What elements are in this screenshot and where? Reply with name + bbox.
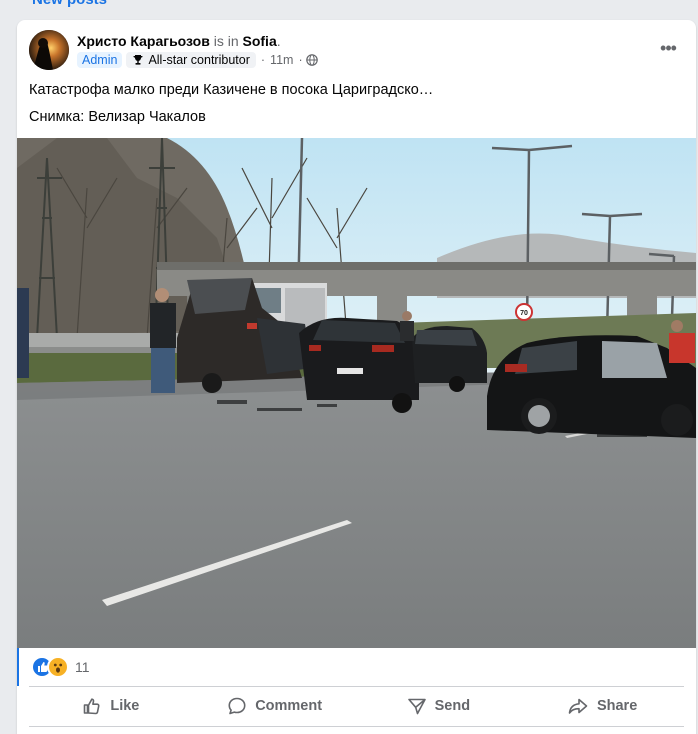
all-star-badge[interactable]: All-star contributor xyxy=(126,52,256,68)
share-button[interactable]: Share xyxy=(520,688,684,724)
all-star-label: All-star contributor xyxy=(148,53,250,67)
admin-badge[interactable]: Admin xyxy=(77,52,123,68)
globe-icon xyxy=(305,54,318,66)
is-in-text: is in xyxy=(213,33,239,49)
post-photo[interactable]: 70 xyxy=(17,138,696,648)
comment-button[interactable]: Comment xyxy=(193,688,357,724)
send-icon xyxy=(407,698,426,715)
divider xyxy=(29,686,684,687)
trophy-icon xyxy=(133,55,143,65)
location-link[interactable]: Sofia xyxy=(243,33,277,49)
like-label: Like xyxy=(110,698,140,714)
post-text-line1: Катастрофа малко преди Казичене в посока… xyxy=(29,82,434,98)
dot-separator: · xyxy=(260,53,266,67)
reaction-count[interactable]: 11 xyxy=(75,659,90,675)
avatar[interactable] xyxy=(29,30,69,70)
thumbs-up-icon xyxy=(84,698,100,715)
comment-label: Comment xyxy=(255,698,323,714)
location-dot: . xyxy=(276,33,281,49)
author-name[interactable]: Христо Карагьозов xyxy=(77,33,210,49)
share-icon xyxy=(568,698,588,714)
speed-sign-text: 70 xyxy=(520,310,528,317)
comment-icon xyxy=(228,697,246,715)
post-time[interactable]: 11m xyxy=(270,53,293,67)
share-label: Share xyxy=(596,698,638,714)
more-options-icon[interactable]: ••• xyxy=(654,34,682,62)
new-posts-link[interactable]: New posts xyxy=(32,0,107,8)
post-header: Христо Карагьозов is in Sofia. Admin All… xyxy=(29,30,318,72)
send-button[interactable]: Send xyxy=(357,688,521,724)
dot-separator: · xyxy=(298,53,303,67)
post-card: Христо Карагьозов is in Sofia. Admin All… xyxy=(17,20,696,734)
action-bar: Like Comment Send Share xyxy=(29,688,684,724)
send-label: Send xyxy=(434,698,471,714)
reactions-bar[interactable]: 11 xyxy=(17,648,696,686)
author-line: Христо Карагьозов is in Sofia. xyxy=(77,33,318,49)
post-text-line2: Снимка: Велизар Чакалов xyxy=(29,109,206,125)
wow-reaction-icon xyxy=(47,656,69,678)
divider xyxy=(29,726,684,727)
like-button[interactable]: Like xyxy=(29,688,193,724)
